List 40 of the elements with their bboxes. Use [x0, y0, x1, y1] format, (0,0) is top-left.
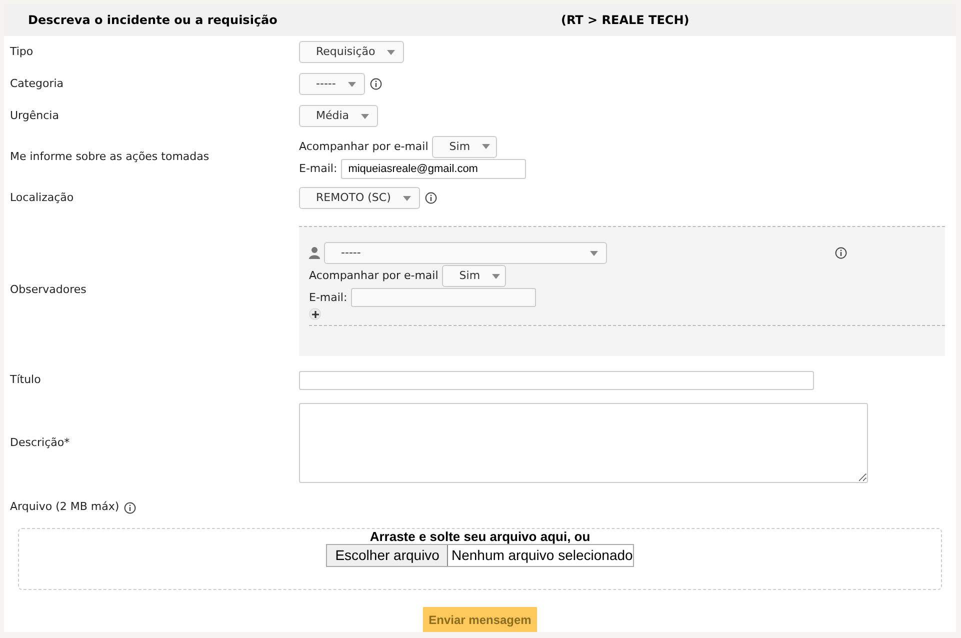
- caret-icon: [348, 82, 356, 87]
- form-title: Descreva o incidente ou a requisição: [27, 12, 278, 30]
- attachment-label: Arquivo (2 MB máx): [10, 499, 120, 516]
- dropdown[interactable]: -----: [299, 73, 365, 96]
- dropdown[interactable]: Média: [299, 105, 378, 128]
- dropdown[interactable]: REMOTO (SC): [299, 187, 420, 210]
- email-field[interactable]: [351, 288, 536, 308]
- field-label: Observadores: [10, 282, 86, 298]
- caret-icon: [590, 250, 598, 256]
- email-field[interactable]: miqueiasreale@gmail.com: [341, 158, 526, 179]
- email-label: E-mail:: [309, 290, 348, 306]
- title-field[interactable]: [299, 370, 814, 390]
- caret-icon: [361, 114, 370, 119]
- add-button[interactable]: [309, 308, 321, 320]
- email-label: E-mail:: [299, 160, 338, 177]
- follow-label: Acompanhar por e-mail: [309, 268, 438, 284]
- field-label: Urgência: [10, 108, 59, 124]
- dropdown[interactable]: Requisição: [299, 41, 404, 64]
- caret-icon: [482, 144, 490, 150]
- drop-text: Arraste e solte seu arquivo aqui, ou: [370, 528, 590, 544]
- follow-label: Acompanhar por e-mail: [299, 138, 428, 155]
- entity-label: (RT > REALE TECH): [560, 12, 690, 30]
- caret-icon: [387, 50, 396, 55]
- caret-icon: [402, 196, 411, 201]
- field-label: Tipo: [10, 44, 34, 60]
- file-field[interactable]: Escolher arquivo Nenhum arquivo selecionado: [326, 544, 634, 567]
- dropdown[interactable]: Sim: [442, 265, 506, 288]
- field-label: Título: [10, 372, 41, 388]
- dropdown[interactable]: Sim: [432, 136, 498, 158]
- description-field[interactable]: [299, 403, 868, 484]
- field-label: Descrição*: [10, 435, 70, 452]
- drop-zone[interactable]: Arraste e solte seu arquivo aqui, ou Escolher arquivo Nenhum arquivo selecionado: [18, 528, 942, 590]
- caret-icon: [492, 274, 500, 279]
- field-label: Categoria: [10, 76, 64, 92]
- field-label: Localização: [10, 190, 74, 206]
- field-label: Me informe sobre as ações tomadas: [10, 149, 210, 166]
- choose-file-button[interactable]: Escolher arquivo: [327, 544, 448, 566]
- dropdown[interactable]: -----: [324, 242, 607, 264]
- no-file-text: Nenhum arquivo selecionado: [450, 546, 633, 565]
- user-icon: [309, 247, 320, 260]
